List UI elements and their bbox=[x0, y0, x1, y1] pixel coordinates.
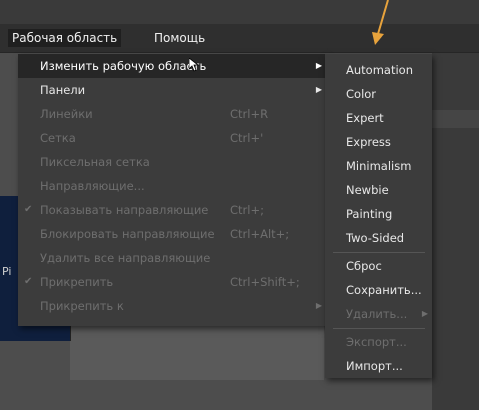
submenu-item-label: Экспорт... bbox=[346, 335, 407, 349]
submenu-item-label: Сохранить... bbox=[346, 283, 422, 297]
submenu-item-label: Two-Sided bbox=[346, 231, 405, 245]
submenu-arrow-icon: ▶ bbox=[315, 301, 322, 310]
submenu-item-label: Minimalism bbox=[346, 159, 412, 173]
submenu-item-label: Сброс bbox=[346, 259, 382, 273]
menu-item-guides[interactable]: Направляющие... bbox=[18, 174, 326, 198]
menu-item-show-guides[interactable]: ✔ Показывать направляющие Ctrl+; bbox=[18, 198, 326, 222]
menu-item-label: Прикрепить bbox=[40, 275, 114, 289]
submenu-item-export[interactable]: Экспорт... bbox=[325, 330, 432, 354]
workspace-menu: Изменить рабочую область ▶ Панели ▶ Лине… bbox=[18, 54, 326, 326]
submenu-item-automation[interactable]: Automation bbox=[325, 58, 432, 82]
submenu-item-import[interactable]: Импорт... bbox=[325, 354, 432, 378]
menu-item-label: Блокировать направляющие bbox=[40, 227, 215, 241]
checkmark-icon: ✔ bbox=[24, 276, 33, 287]
menu-item-label: Сетка bbox=[40, 131, 76, 145]
background-label: Pi bbox=[2, 265, 12, 278]
menu-item-rulers[interactable]: Линейки Ctrl+R bbox=[18, 102, 326, 126]
menu-item-grid[interactable]: Сетка Ctrl+' bbox=[18, 126, 326, 150]
mouse-cursor-icon bbox=[189, 58, 199, 72]
menu-item-label: Удалить все направляющие bbox=[40, 251, 211, 265]
submenu-item-label: Automation bbox=[346, 63, 413, 77]
submenu-item-reset[interactable]: Сброс bbox=[325, 254, 432, 278]
workspace-submenu: Automation Color Expert Express Minimali… bbox=[325, 54, 432, 378]
menu-item-pixel-grid[interactable]: Пиксельная сетка bbox=[18, 150, 326, 174]
submenu-item-label: Удалить... bbox=[346, 307, 408, 321]
submenu-item-express[interactable]: Express bbox=[325, 130, 432, 154]
menu-item-shortcut: Ctrl+Shift+; bbox=[230, 275, 300, 289]
submenu-item-label: Импорт... bbox=[346, 359, 403, 373]
checkmark-icon: ✔ bbox=[24, 204, 33, 215]
menu-item-shortcut: Ctrl+Alt+; bbox=[230, 227, 290, 241]
submenu-item-two-sided[interactable]: Two-Sided bbox=[325, 226, 432, 250]
menu-separator bbox=[333, 328, 425, 329]
submenu-item-color[interactable]: Color bbox=[325, 82, 432, 106]
menu-item-label: Направляющие... bbox=[40, 179, 145, 193]
right-panel-strip bbox=[432, 53, 479, 410]
menu-item-label: Панели bbox=[40, 83, 86, 97]
submenu-arrow-icon: ▶ bbox=[315, 85, 322, 94]
submenu-item-delete[interactable]: Удалить... ▶ bbox=[325, 302, 432, 326]
menu-item-snap[interactable]: ✔ Прикрепить Ctrl+Shift+; bbox=[18, 270, 326, 294]
menu-item-lock-guides[interactable]: Блокировать направляющие Ctrl+Alt+; bbox=[18, 222, 326, 246]
annotation-arrow-icon bbox=[372, 0, 389, 45]
submenu-item-label: Painting bbox=[346, 207, 393, 221]
submenu-arrow-icon: ▶ bbox=[421, 309, 428, 318]
submenu-item-minimalism[interactable]: Minimalism bbox=[325, 154, 432, 178]
menu-item-shortcut: Ctrl+R bbox=[230, 107, 269, 121]
menu-item-label: Линейки bbox=[40, 107, 93, 121]
menu-item-label: Пиксельная сетка bbox=[40, 155, 150, 169]
menu-item-label: Показывать направляющие bbox=[40, 203, 209, 217]
menu-item-shortcut: Ctrl+' bbox=[230, 131, 264, 145]
menu-separator bbox=[333, 252, 425, 253]
submenu-item-label: Expert bbox=[346, 111, 384, 125]
menu-item-panels[interactable]: Панели ▶ bbox=[18, 78, 326, 102]
submenu-item-expert[interactable]: Expert bbox=[325, 106, 432, 130]
menu-item-snap-to[interactable]: Прикрепить к ▶ bbox=[18, 294, 326, 318]
menu-item-delete-guides[interactable]: Удалить все направляющие bbox=[18, 246, 326, 270]
submenu-item-save[interactable]: Сохранить... bbox=[325, 278, 432, 302]
menu-item-shortcut: Ctrl+; bbox=[230, 203, 264, 217]
submenu-item-label: Express bbox=[346, 135, 391, 149]
submenu-item-label: Newbie bbox=[346, 183, 389, 197]
submenu-item-painting[interactable]: Painting bbox=[325, 202, 432, 226]
menu-item-label: Прикрепить к bbox=[40, 299, 124, 313]
submenu-item-newbie[interactable]: Newbie bbox=[325, 178, 432, 202]
submenu-item-label: Color bbox=[346, 87, 377, 101]
